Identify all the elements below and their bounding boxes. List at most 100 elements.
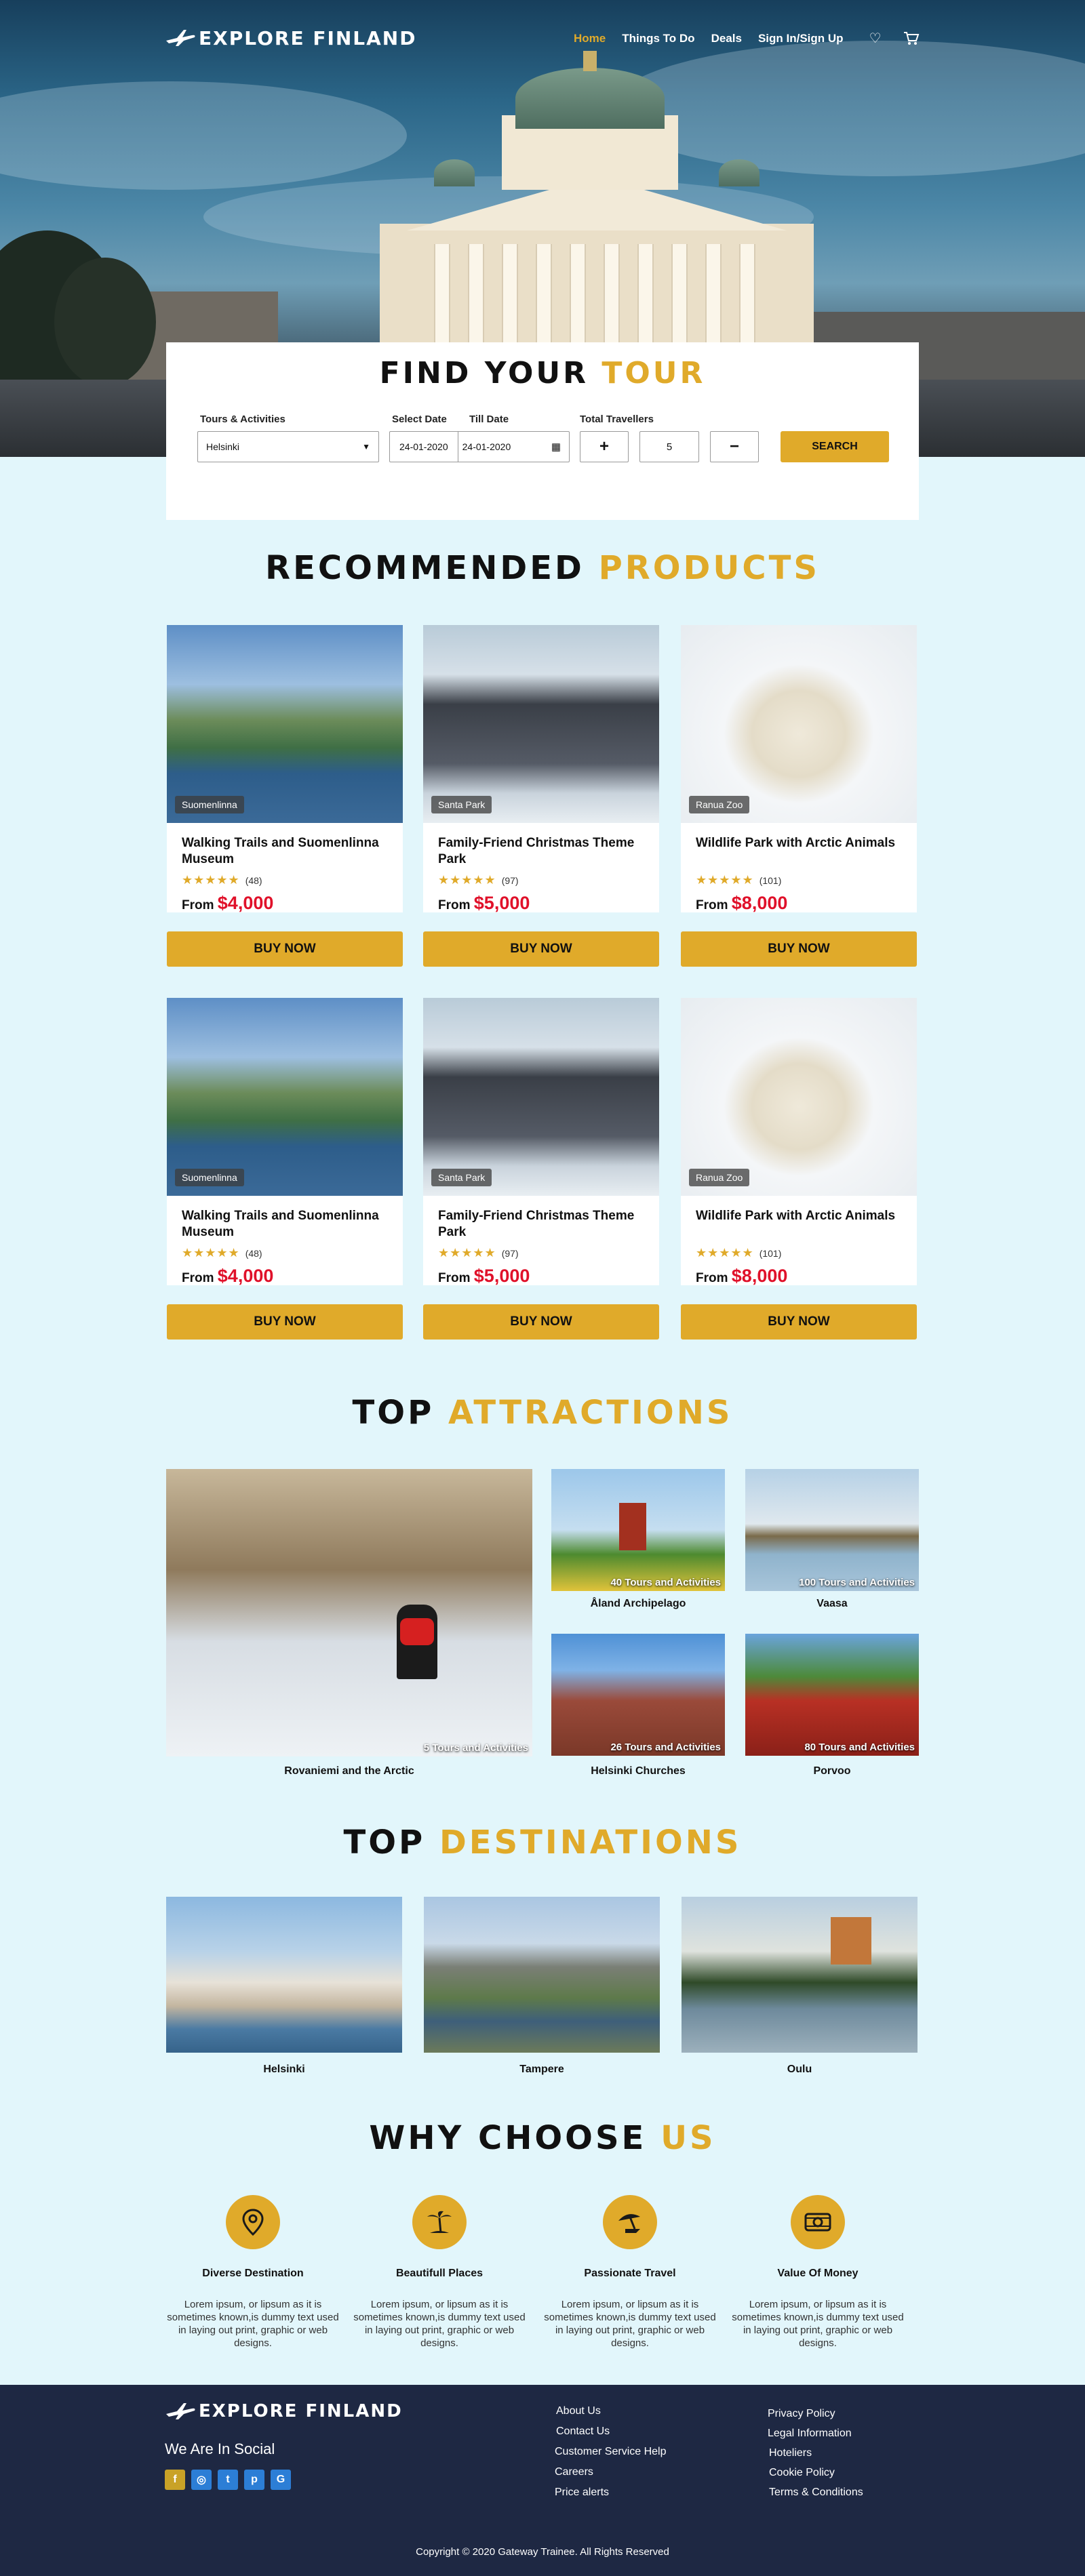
nav-sign-in[interactable]: Sign In/Sign Up: [758, 32, 844, 45]
select-date-value[interactable]: 24-01-2020: [390, 432, 458, 462]
footer-link-cookie[interactable]: Cookie Policy: [769, 2467, 835, 2479]
destination-name[interactable]: Tampere: [424, 2064, 660, 2076]
product-image-ranua-zoo: [681, 998, 917, 1196]
attraction-name[interactable]: Porvoo: [745, 1765, 919, 1777]
buy-now-button[interactable]: BUY NOW: [167, 931, 403, 967]
product-title[interactable]: Wildlife Park with Arctic Animals: [696, 835, 902, 868]
why-title: Diverse Destination: [202, 2268, 304, 2279]
why-text: Lorem ipsum, or lipsum as it is sometime…: [167, 2299, 339, 2349]
pinterest-icon[interactable]: p: [244, 2470, 264, 2490]
caret-down-icon: ▼: [362, 442, 370, 451]
airplane-icon: [166, 30, 195, 46]
destination-tile-oulu[interactable]: [682, 1897, 918, 2053]
destination-tile-helsinki[interactable]: [166, 1897, 402, 2053]
date-range-input[interactable]: 24-01-2020 24-01-2020 ▦: [389, 431, 570, 462]
destination-name[interactable]: Helsinki: [166, 2064, 402, 2076]
product-image-santa-park: [423, 998, 659, 1196]
product-rating: ★★★★★ (97): [438, 1246, 644, 1260]
attraction-name[interactable]: Helsinki Churches: [551, 1765, 725, 1777]
footer-brand-logo[interactable]: EXPLORE FINLAND: [165, 2401, 403, 2421]
product-card[interactable]: Santa Park Family-Friend Christmas Theme…: [423, 998, 659, 1347]
facebook-icon[interactable]: f: [165, 2470, 185, 2490]
attraction-count: 80 Tours and Activities: [804, 1742, 915, 1753]
attraction-tile-porvoo[interactable]: 80 Tours and Activities: [745, 1634, 919, 1756]
map-pin-icon: [226, 2195, 280, 2249]
attraction-tile-vaasa[interactable]: 100 Tours and Activities: [745, 1469, 919, 1591]
travellers-label: Total Travellers: [580, 414, 654, 425]
footer-link-about[interactable]: About Us: [556, 2405, 601, 2417]
footer-link-terms[interactable]: Terms & Conditions: [769, 2487, 863, 2499]
attractions-heading: TOP ATTRACTIONS: [352, 1394, 733, 1432]
product-title[interactable]: Walking Trails and Suomenlinna Museum: [182, 1208, 388, 1241]
destination-name[interactable]: Oulu: [682, 2064, 918, 2076]
calendar-icon[interactable]: ▦: [551, 441, 561, 453]
review-count: (101): [759, 1247, 782, 1259]
product-tag: Ranua Zoo: [689, 796, 750, 813]
copyright-text: Copyright © 2020 Gateway Trainee. All Ri…: [416, 2546, 669, 2558]
review-count: (48): [245, 1247, 262, 1259]
attraction-count: 5 Tours and Activities: [423, 1742, 528, 1754]
brand-logo[interactable]: EXPLORE FINLAND: [165, 24, 416, 52]
attraction-tile-rovaniemi[interactable]: 5 Tours and Activities: [166, 1469, 532, 1756]
attraction-name[interactable]: Rovaniemi and the Arctic: [166, 1765, 532, 1777]
tours-select-value: Helsinki: [206, 441, 240, 452]
product-title[interactable]: Walking Trails and Suomenlinna Museum: [182, 835, 388, 868]
why-title: Value Of Money: [777, 2268, 859, 2279]
why-heading: WHY CHOOSE US: [369, 2119, 716, 2157]
nav-home[interactable]: Home: [574, 32, 606, 45]
buy-now-button[interactable]: BUY NOW: [681, 1304, 917, 1340]
instagram-icon[interactable]: ◎: [191, 2470, 212, 2490]
product-card[interactable]: Ranua Zoo Wildlife Park with Arctic Anim…: [681, 625, 917, 974]
product-rating: ★★★★★ (48): [182, 873, 388, 887]
star-rating-icon: ★★★★★: [182, 873, 240, 887]
till-date-value[interactable]: 24-01-2020: [458, 441, 517, 452]
product-tag: Ranua Zoo: [689, 1169, 750, 1186]
twitter-icon[interactable]: t: [218, 2470, 238, 2490]
buy-now-button[interactable]: BUY NOW: [167, 1304, 403, 1340]
footer-link-privacy[interactable]: Privacy Policy: [768, 2408, 835, 2420]
product-card[interactable]: Ranua Zoo Wildlife Park with Arctic Anim…: [681, 998, 917, 1347]
select-date-label: Select Date: [392, 414, 447, 425]
nav-things-to-do[interactable]: Things To Do: [622, 32, 694, 45]
site-footer: EXPLORE FINLAND We Are In Social f ◎ t p…: [0, 2385, 1085, 2576]
attraction-tile-aland[interactable]: 40 Tours and Activities: [551, 1469, 725, 1591]
star-rating-icon: ★★★★★: [696, 1246, 754, 1260]
footer-link-price-alerts[interactable]: Price alerts: [555, 2487, 609, 2499]
product-title[interactable]: Family-Friend Christmas Theme Park: [438, 1208, 644, 1241]
buy-now-button[interactable]: BUY NOW: [423, 1304, 659, 1340]
footer-link-hoteliers[interactable]: Hoteliers: [769, 2447, 812, 2459]
why-title: Beautifull Places: [395, 2268, 484, 2279]
product-tag: Suomenlinna: [175, 796, 244, 813]
review-count: (97): [501, 874, 519, 886]
heart-icon[interactable]: ♡: [869, 30, 882, 47]
search-button[interactable]: SEARCH: [781, 431, 889, 462]
footer-link-legal[interactable]: Legal Information: [768, 2428, 852, 2440]
product-title[interactable]: Wildlife Park with Arctic Animals: [696, 1208, 902, 1241]
travellers-plus-button[interactable]: +: [580, 431, 629, 462]
footer-link-contact[interactable]: Contact Us: [556, 2426, 610, 2438]
product-rating: ★★★★★ (97): [438, 873, 644, 887]
attraction-name[interactable]: Vaasa: [745, 1598, 919, 1610]
footer-link-careers[interactable]: Careers: [555, 2466, 593, 2478]
buy-now-button[interactable]: BUY NOW: [681, 931, 917, 967]
buy-now-button[interactable]: BUY NOW: [423, 931, 659, 967]
tours-select[interactable]: Helsinki ▼: [197, 431, 379, 462]
product-price: From $5,000: [438, 893, 530, 913]
attraction-name[interactable]: Åland Archipelago: [551, 1598, 725, 1610]
nav-deals[interactable]: Deals: [711, 32, 742, 45]
product-image-santa-park: [423, 625, 659, 823]
product-card[interactable]: Suomenlinna Walking Trails and Suomenlin…: [167, 625, 403, 974]
product-card[interactable]: Santa Park Family-Friend Christmas Theme…: [423, 625, 659, 974]
attraction-tile-helsinki-churches[interactable]: 26 Tours and Activities: [551, 1634, 725, 1756]
product-card[interactable]: Suomenlinna Walking Trails and Suomenlin…: [167, 998, 403, 1347]
money-icon: [791, 2195, 845, 2249]
product-title[interactable]: Family-Friend Christmas Theme Park: [438, 835, 644, 868]
travellers-minus-button[interactable]: −: [710, 431, 759, 462]
travellers-count-input[interactable]: 5: [639, 431, 699, 462]
cart-icon[interactable]: [903, 31, 920, 46]
product-tag: Suomenlinna: [175, 1169, 244, 1186]
footer-link-service[interactable]: Customer Service Help: [555, 2446, 667, 2458]
google-icon[interactable]: G: [271, 2470, 291, 2490]
destination-tile-tampere[interactable]: [424, 1897, 660, 2053]
till-date-label: Till Date: [469, 414, 509, 425]
